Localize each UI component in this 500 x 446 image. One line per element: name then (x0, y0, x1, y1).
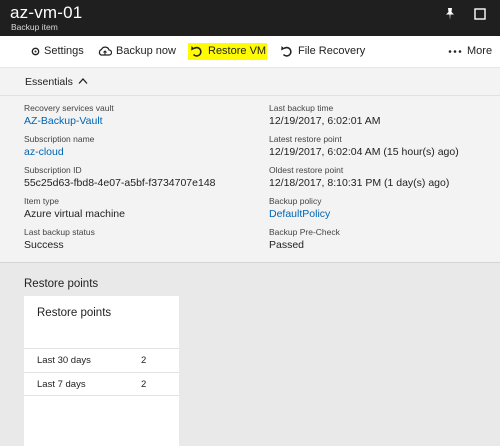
backup-now-label: Backup now (116, 45, 176, 57)
field-last-backup-status: Last backup status Success (24, 226, 95, 253)
field-label: Backup Pre-Check (269, 227, 340, 237)
maximize-icon[interactable] (473, 7, 487, 21)
restore-points-row[interactable]: Last 30 days 2 (24, 348, 179, 372)
last-backup-time-value: 12/19/2017, 6:02:01 AM (269, 115, 381, 127)
restore-vm-button[interactable]: Restore VM (188, 43, 267, 60)
field-subscription-id: Subscription ID 55c25d63-fbd8-4e07-a5bf-… (24, 164, 216, 191)
field-backup-policy: Backup policy DefaultPolicy (269, 195, 330, 222)
more-label: More (467, 45, 493, 57)
field-item-type: Item type Azure virtual machine (24, 195, 125, 222)
field-label: Last backup status (24, 227, 95, 237)
backup-now-button[interactable]: Backup now (98, 43, 178, 60)
blade-title: az-vm-01 (10, 3, 83, 22)
undo-icon (191, 46, 202, 57)
backup-policy-link[interactable]: DefaultPolicy (269, 207, 330, 222)
last-backup-status-value: Success (24, 239, 64, 251)
backup-pre-check-value: Passed (269, 239, 305, 251)
field-label: Last backup time (269, 103, 334, 113)
restore-points-row-label: Last 30 days (37, 355, 91, 366)
more-button[interactable]: More (447, 43, 497, 60)
field-oldest-restore-point: Oldest restore point 12/18/2017, 8:10:31… (269, 164, 449, 191)
latest-restore-point-value: 12/19/2017, 6:02:04 AM (15 hour(s) ago) (269, 146, 459, 158)
command-bar: Settings Backup now Restore VM File Reco… (0, 36, 500, 68)
undo-icon (281, 46, 292, 57)
oldest-restore-point-value: 12/18/2017, 8:10:31 PM (1 day(s) ago) (269, 177, 450, 189)
essentials-panel: Recovery services vault AZ-Backup-Vault … (0, 96, 500, 262)
restore-points-section: Restore points Restore points Last 30 da… (0, 262, 500, 446)
essentials-label: Essentials (25, 76, 73, 88)
restore-points-row-count: 2 (141, 355, 147, 366)
field-label: Latest restore point (269, 134, 342, 144)
cloud-upload-icon (98, 46, 112, 56)
subscription-name-link[interactable]: az-cloud (24, 145, 94, 160)
chevron-up-icon[interactable] (78, 77, 88, 85)
essentials-toggle[interactable]: Essentials (0, 68, 500, 96)
settings-button[interactable]: Settings (30, 43, 90, 60)
restore-points-row-label: Last 7 days (37, 379, 86, 390)
field-label: Subscription ID (24, 165, 82, 175)
settings-icon (31, 47, 40, 56)
field-backup-pre-check: Backup Pre-Check Passed (269, 226, 340, 253)
field-label: Subscription name (24, 134, 95, 144)
recovery-vault-link[interactable]: AZ-Backup-Vault (24, 114, 114, 129)
field-subscription-name: Subscription name az-cloud (24, 133, 94, 160)
field-label: Backup policy (269, 196, 322, 206)
field-recovery-vault: Recovery services vault AZ-Backup-Vault (24, 102, 114, 129)
file-recovery-label: File Recovery (298, 45, 366, 57)
restore-points-row[interactable]: Last 7 days 2 (24, 372, 179, 396)
field-label: Item type (24, 196, 59, 206)
restore-vm-label: Restore VM (208, 45, 267, 57)
settings-label: Settings (44, 45, 84, 57)
ellipsis-icon (448, 50, 462, 53)
subscription-id-value: 55c25d63-fbd8-4e07-a5bf-f3734707e148 (24, 177, 216, 189)
blade-subtitle: Backup item (11, 22, 58, 32)
restore-points-tile-title: Restore points (37, 307, 112, 319)
restore-points-heading: Restore points (24, 278, 99, 290)
file-recovery-button[interactable]: File Recovery (280, 43, 370, 60)
field-last-backup-time: Last backup time 12/19/2017, 6:02:01 AM (269, 102, 381, 129)
pin-icon[interactable] (443, 7, 457, 21)
field-label: Oldest restore point (269, 165, 344, 175)
restore-points-row-count: 2 (141, 379, 147, 390)
field-latest-restore-point: Latest restore point 12/19/2017, 6:02:04… (269, 133, 459, 160)
restore-points-tile[interactable]: Restore points Last 30 days 2 Last 7 day… (24, 296, 179, 446)
field-label: Recovery services vault (24, 103, 114, 113)
item-type-value: Azure virtual machine (24, 208, 125, 220)
blade-header: az-vm-01 Backup item (0, 0, 500, 36)
